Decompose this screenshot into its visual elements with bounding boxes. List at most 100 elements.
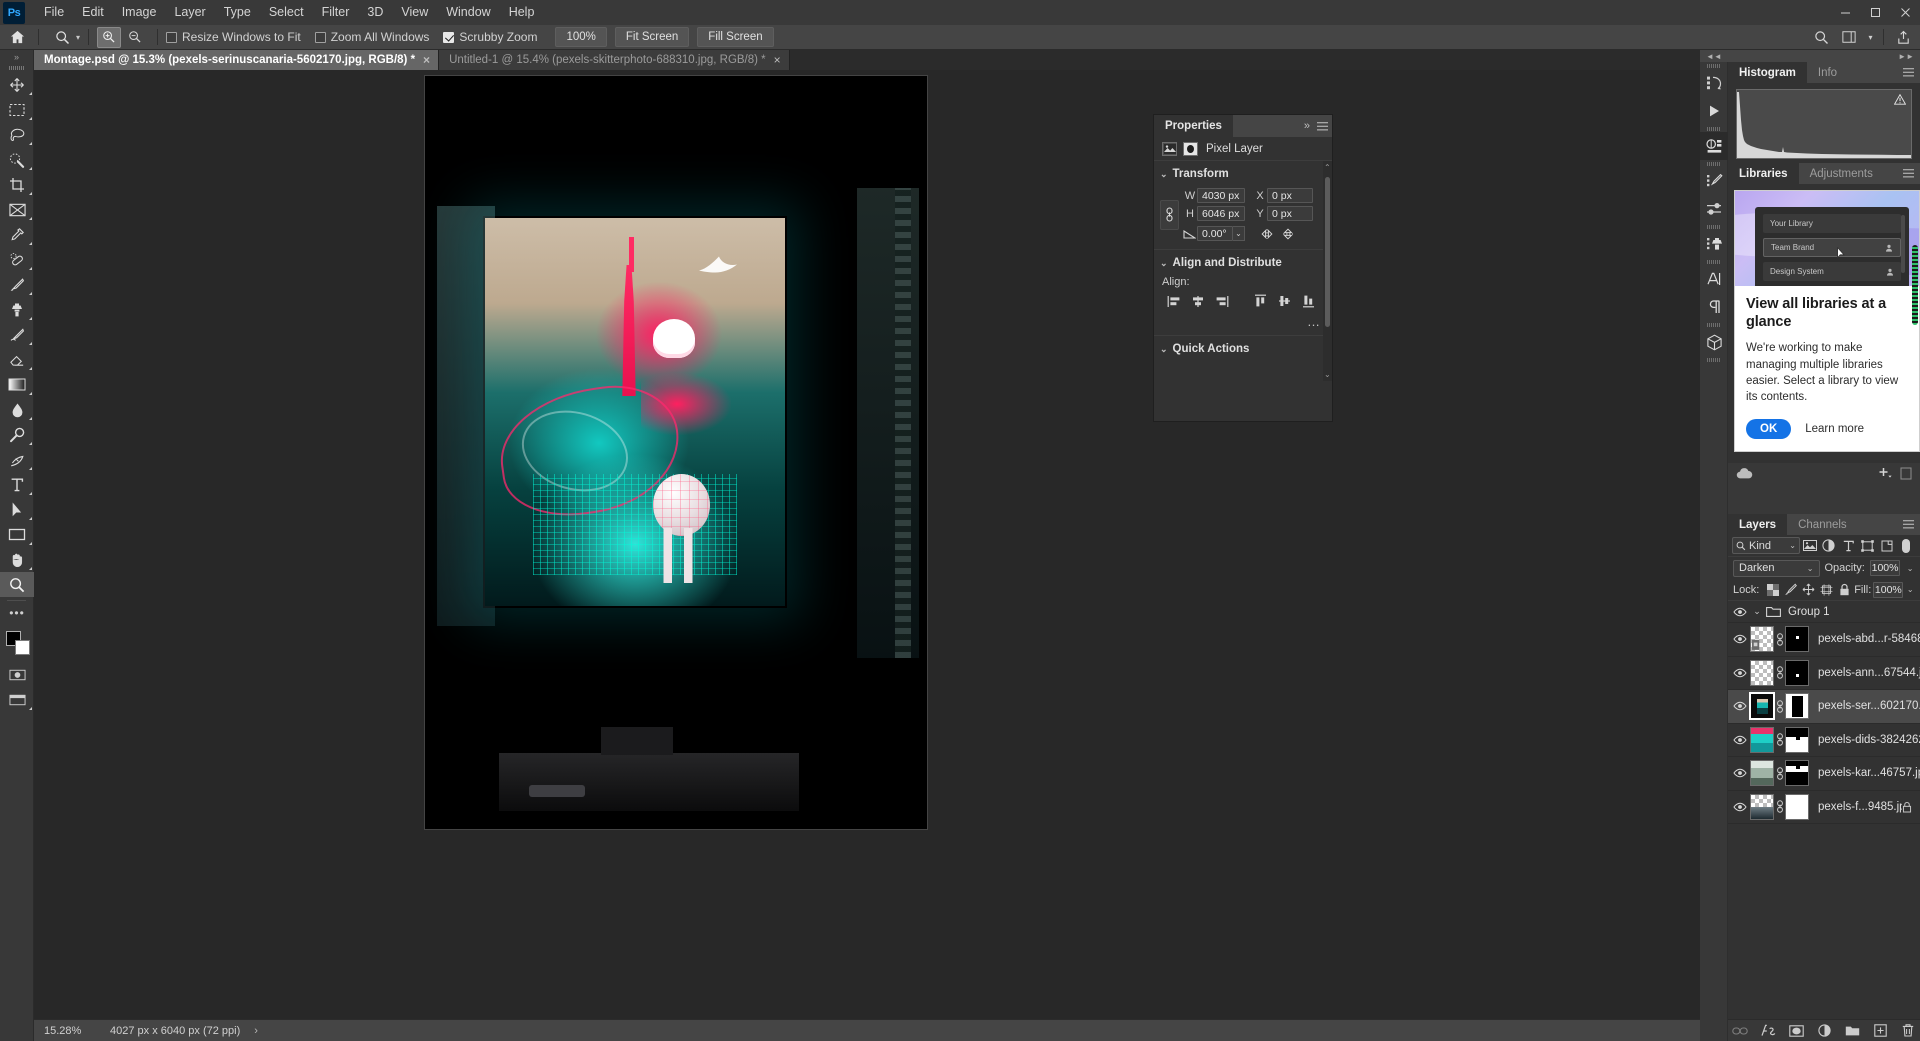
histogram-graph[interactable] xyxy=(1736,89,1912,159)
y-input[interactable]: 0 px xyxy=(1267,206,1313,221)
align-horizontal-centers-button[interactable] xyxy=(1186,292,1210,310)
search-icon[interactable] xyxy=(1808,25,1834,50)
menu-type[interactable]: Type xyxy=(215,0,260,25)
menu-edit[interactable]: Edit xyxy=(73,0,113,25)
character-icon[interactable] xyxy=(1700,265,1728,293)
hand-tool[interactable] xyxy=(0,547,34,572)
actions-play-icon[interactable] xyxy=(1700,97,1728,125)
zoom-in-button[interactable] xyxy=(97,26,122,48)
link-layers-icon[interactable] xyxy=(1774,633,1785,646)
move-tool[interactable] xyxy=(0,72,34,97)
link-aspect-ratio-button[interactable] xyxy=(1160,199,1179,230)
clone-source-icon[interactable] xyxy=(1700,230,1728,258)
paragraph-icon[interactable] xyxy=(1700,293,1728,321)
layer-mask-thumbnail[interactable] xyxy=(1785,626,1809,653)
share-icon[interactable] xyxy=(1890,25,1916,50)
rail-grip[interactable] xyxy=(1700,160,1727,167)
history-icon[interactable] xyxy=(1700,69,1728,97)
filter-shape-icon[interactable] xyxy=(1858,536,1877,555)
link-layers-icon[interactable] xyxy=(1774,800,1785,813)
table-row[interactable]: pexels-dids-3824262.jpg xyxy=(1728,724,1920,757)
new-group-icon[interactable] xyxy=(1844,1023,1860,1039)
chevron-down-icon[interactable]: ▾ xyxy=(1864,25,1877,50)
dodge-tool[interactable] xyxy=(0,422,34,447)
menu-layer[interactable]: Layer xyxy=(165,0,214,25)
blend-mode-select[interactable]: Darken ⌄ xyxy=(1733,559,1820,577)
lock-artboard-nesting-icon[interactable] xyxy=(1819,581,1835,599)
menu-view[interactable]: View xyxy=(392,0,437,25)
align-section-header[interactable]: ⌄ Align and Distribute xyxy=(1154,254,1332,272)
table-row[interactable]: pexels-abd...r-5846898 xyxy=(1728,623,1920,657)
document-tab-montage[interactable]: Montage.psd @ 15.3% (pexels-serinuscanar… xyxy=(34,50,440,70)
layer-mask-thumbnail[interactable] xyxy=(1785,760,1809,787)
filter-smart-object-icon[interactable] xyxy=(1877,536,1896,555)
layer-thumbnail[interactable] xyxy=(1750,626,1774,653)
rectangular-marquee-tool[interactable] xyxy=(0,97,34,122)
filter-toggle-icon[interactable] xyxy=(1897,536,1916,555)
path-selection-tool[interactable] xyxy=(0,497,34,522)
expand-dock-icon[interactable]: ►► xyxy=(1898,52,1914,61)
clone-stamp-tool[interactable] xyxy=(0,297,34,322)
frame-tool[interactable] xyxy=(0,197,34,222)
brush-tool[interactable] xyxy=(0,272,34,297)
rail-grip[interactable] xyxy=(1700,321,1727,328)
properties-scrollbar[interactable]: ⌃ ⌄ xyxy=(1323,161,1332,381)
toggle-visibility-icon[interactable] xyxy=(1730,607,1750,617)
zoom-all-windows-checkbox[interactable]: Zoom All Windows xyxy=(314,30,429,44)
tab-info[interactable]: Info xyxy=(1807,62,1848,83)
3d-materials-icon[interactable] xyxy=(1700,132,1728,160)
screen-mode-button[interactable] xyxy=(0,687,34,712)
spot-healing-brush-tool[interactable] xyxy=(0,247,34,272)
link-layers-icon[interactable] xyxy=(1732,1023,1748,1039)
lock-image-pixels-icon[interactable] xyxy=(1783,581,1799,599)
toggle-visibility-icon[interactable] xyxy=(1730,668,1750,678)
link-layers-icon[interactable] xyxy=(1774,700,1785,713)
layer-style-fx-icon[interactable] xyxy=(1760,1023,1776,1039)
rectangle-tool[interactable] xyxy=(0,522,34,547)
3d-cube-icon[interactable] xyxy=(1700,328,1728,356)
libraries-scrollbar[interactable] xyxy=(1912,245,1918,325)
align-top-edges-button[interactable] xyxy=(1248,292,1272,310)
table-row[interactable]: pexels-f...9485.jpg xyxy=(1728,791,1920,824)
add-layer-mask-icon[interactable] xyxy=(1788,1023,1804,1039)
layer-thumbnail[interactable] xyxy=(1750,659,1774,686)
eraser-tool[interactable] xyxy=(0,347,34,372)
align-vertical-centers-button[interactable] xyxy=(1272,292,1296,310)
layer-mask-thumbnail[interactable] xyxy=(1785,693,1809,720)
angle-stepper[interactable]: ⌄ xyxy=(1233,226,1245,241)
dock-collapse-bar[interactable]: ◄◄ ►► xyxy=(1700,50,1920,62)
tab-channels[interactable]: Channels xyxy=(1787,514,1858,535)
tab-adjustments[interactable]: Adjustments xyxy=(1799,163,1884,184)
toolbar-grip[interactable] xyxy=(0,64,33,72)
layer-thumbnail[interactable] xyxy=(1750,793,1774,820)
zoom-100-percent-button[interactable]: 100% xyxy=(555,27,607,47)
menu-help[interactable]: Help xyxy=(500,0,544,25)
menu-file[interactable]: File xyxy=(35,0,73,25)
layer-filter-kind-select[interactable]: Kind ⌄ xyxy=(1732,537,1800,554)
panel-menu-icon[interactable] xyxy=(1903,514,1914,535)
link-layers-icon[interactable] xyxy=(1774,666,1785,679)
uncached-data-warning-icon[interactable] xyxy=(1894,94,1906,105)
angle-input[interactable]: 0.00° xyxy=(1197,226,1233,241)
status-expand-icon[interactable]: › xyxy=(254,1025,258,1037)
expand-panel-icon[interactable]: » xyxy=(1304,120,1310,132)
layer-thumbnail[interactable] xyxy=(1749,692,1775,721)
edit-toolbar-tool[interactable]: ••• xyxy=(0,604,34,622)
filter-pixel-icon[interactable] xyxy=(1800,536,1819,555)
tab-layers[interactable]: Layers xyxy=(1728,514,1788,535)
link-layers-icon[interactable] xyxy=(1774,733,1785,746)
close-button[interactable] xyxy=(1890,0,1920,25)
toggle-visibility-icon[interactable] xyxy=(1730,701,1750,711)
crop-tool[interactable] xyxy=(0,172,34,197)
resize-windows-to-fit-checkbox[interactable]: Resize Windows to Fit xyxy=(166,30,301,44)
layer-mask-thumbnail[interactable] xyxy=(1785,793,1809,820)
lock-position-icon[interactable] xyxy=(1801,581,1817,599)
toggle-visibility-icon[interactable] xyxy=(1730,768,1750,778)
cloud-sync-icon[interactable] xyxy=(1736,467,1753,479)
fill-screen-button[interactable]: Fill Screen xyxy=(697,27,774,47)
add-content-icon[interactable] xyxy=(1878,467,1892,479)
zoom-tool[interactable] xyxy=(0,572,34,597)
layer-group-row[interactable]: ⌄ Group 1 xyxy=(1728,601,1920,623)
tab-libraries[interactable]: Libraries xyxy=(1728,163,1799,184)
table-row[interactable]: pexels-ann...67544.jpg xyxy=(1728,657,1920,690)
